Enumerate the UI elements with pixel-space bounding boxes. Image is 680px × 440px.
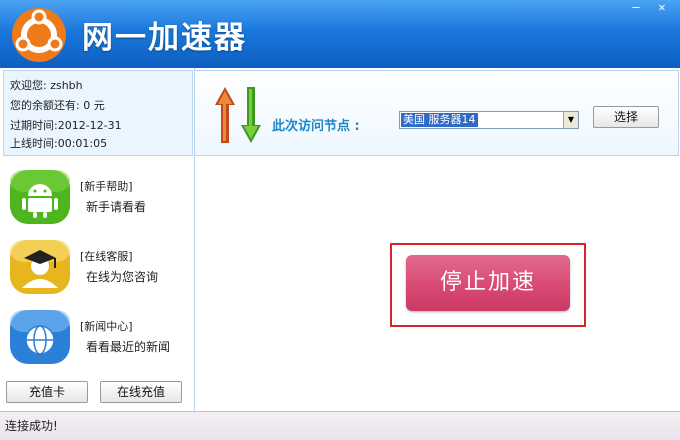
menu-item-support-title: [在线客服] [80, 250, 133, 263]
menu-item-help-sub: 新手请看看 [86, 200, 147, 214]
online-recharge-button[interactable]: 在线充值 [100, 381, 182, 403]
minimize-button[interactable]: — [624, 0, 648, 16]
close-button[interactable]: ✕ [650, 0, 674, 16]
menu-item-news[interactable]: [新闻中心] 看看最近的新闻 [0, 306, 190, 376]
left-panel: 欢迎您: zshbh 您的余额还有: 0 元 过期时间:2012-12-31 上… [0, 68, 195, 411]
title-bar: 网一加速器 — ✕ [0, 0, 680, 68]
node-label: 此次访问节点 : [272, 119, 360, 134]
node-bar: 此次访问节点 : 美国 服务器14 ▼ 选择 [195, 70, 679, 156]
stop-acceleration-button[interactable]: 停止加速 [406, 255, 570, 311]
node-select-value: 美国 服务器14 [401, 113, 478, 127]
user-info-box: 欢迎您: zshbh 您的余额还有: 0 元 过期时间:2012-12-31 上… [3, 70, 193, 156]
transfer-arrows-icon [215, 87, 261, 143]
graduate-icon [10, 240, 70, 294]
menu-item-help-title: [新手帮助] [80, 180, 133, 193]
expiry-text: 过期时间:2012-12-31 [10, 119, 122, 132]
app-title: 网一加速器 [82, 20, 247, 56]
online-time-text: 上线时间:00:01:05 [10, 137, 108, 150]
balance-text: 您的余额还有: 0 元 [10, 99, 105, 112]
status-text: 连接成功! [5, 419, 58, 433]
main-panel: 此次访问节点 : 美国 服务器14 ▼ 选择 停止加速 [195, 68, 680, 411]
menu-item-support-sub: 在线为您咨询 [86, 270, 159, 284]
menu-item-support[interactable]: [在线客服] 在线为您咨询 [0, 236, 190, 306]
node-select[interactable]: 美国 服务器14 ▼ [399, 111, 579, 129]
android-icon [10, 170, 70, 224]
menu-item-news-sub: 看看最近的新闻 [86, 340, 171, 354]
select-node-button[interactable]: 选择 [593, 106, 659, 128]
menu-item-news-title: [新闻中心] [80, 320, 133, 333]
menu-item-help[interactable]: [新手帮助] 新手请看看 [0, 166, 190, 236]
status-bar: 连接成功! [0, 411, 680, 440]
chevron-down-icon[interactable]: ▼ [563, 112, 578, 128]
globe-folder-icon [10, 310, 70, 364]
welcome-text: 欢迎您: zshbh [10, 79, 83, 92]
app-logo-icon [12, 8, 66, 62]
recharge-card-button[interactable]: 充值卡 [6, 381, 88, 403]
stop-button-highlight: 停止加速 [390, 243, 586, 327]
